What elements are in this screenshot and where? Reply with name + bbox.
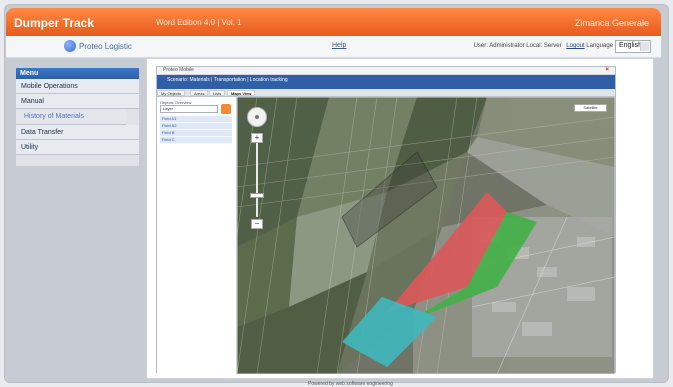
inner-blue-bar: Scenario: Materials | Transportation | L… bbox=[157, 75, 615, 89]
language-label: Language bbox=[586, 43, 613, 49]
embedded-app-window: Proteo Mobile × Scenario: Materials | Tr… bbox=[156, 66, 616, 374]
zoom-slider-thumb[interactable] bbox=[250, 193, 264, 198]
map-zoom-controls: + − bbox=[247, 107, 267, 233]
tab-lists[interactable]: Lists bbox=[209, 90, 226, 96]
sidebar-item-manual[interactable]: Manual bbox=[16, 94, 139, 109]
logout-link[interactable]: Logout bbox=[566, 43, 584, 49]
map-view[interactable]: + − Satellite bbox=[237, 97, 615, 374]
top-bar: Dumper Track Word Edition 4.0 | Vol. 1 Z… bbox=[6, 8, 661, 36]
inner-window-titlebar: Proteo Mobile × bbox=[157, 67, 615, 75]
sidebar-item-utility[interactable]: Utility bbox=[16, 140, 139, 155]
app-title: Dumper Track bbox=[14, 16, 95, 30]
version-label: Word Edition 4.0 | Vol. 1 bbox=[156, 18, 242, 27]
sidebar-item-history-of-materials[interactable]: History of Materials bbox=[16, 109, 126, 125]
refresh-button[interactable] bbox=[221, 104, 231, 114]
tab-my-objects[interactable]: My Objects bbox=[157, 90, 186, 96]
sidebar-item-label: Data Transfer bbox=[21, 129, 64, 136]
sidebar-item-label: Utility bbox=[21, 144, 39, 151]
objects-panel: Objects Overview Layer Field A1 Field A2… bbox=[157, 97, 237, 374]
footer-text: Powered by web software engineering bbox=[308, 381, 393, 387]
zoom-in-button[interactable]: + bbox=[251, 133, 263, 143]
sub-header: Proteo Logistic Help User: Administrator… bbox=[6, 36, 661, 58]
map-type-button[interactable]: Satellite bbox=[574, 104, 607, 112]
logo-text: Proteo Logistic bbox=[79, 42, 132, 51]
list-item[interactable]: Field B bbox=[160, 130, 232, 137]
inner-window-title: Proteo Mobile bbox=[163, 67, 194, 73]
sidebar-item-mobile-operations[interactable]: Mobile Operations bbox=[16, 79, 139, 94]
pan-control-icon[interactable] bbox=[247, 107, 267, 127]
list-item[interactable]: Field A2 bbox=[160, 123, 232, 130]
objects-list: Field A1 Field A2 Field B Field C bbox=[160, 116, 232, 144]
layer-select[interactable]: Layer bbox=[160, 105, 218, 113]
list-item[interactable]: Field C bbox=[160, 137, 232, 144]
close-icon[interactable]: × bbox=[605, 67, 609, 73]
sidebar-item-label: Mobile Operations bbox=[21, 83, 78, 90]
satellite-map bbox=[237, 97, 615, 374]
sidebar: Menu Mobile Operations Manual History of… bbox=[16, 68, 139, 166]
tab-maps-view[interactable]: Maps View bbox=[227, 90, 256, 96]
client-name: Zimanca Generale bbox=[574, 18, 649, 28]
user-info-text: User: Administrator Local: Server bbox=[473, 43, 562, 49]
tab-areas[interactable]: Areas bbox=[190, 90, 209, 96]
language-value: English bbox=[619, 42, 642, 49]
sidebar-item-data-transfer[interactable]: Data Transfer bbox=[16, 125, 139, 140]
sidebar-item-label: History of Materials bbox=[24, 113, 84, 120]
zoom-out-button[interactable]: − bbox=[251, 219, 263, 229]
sidebar-item-label: Manual bbox=[21, 98, 44, 105]
logo-mark-icon bbox=[64, 40, 76, 52]
logo: Proteo Logistic bbox=[64, 40, 144, 54]
language-select[interactable]: English bbox=[615, 40, 651, 53]
zoom-track bbox=[256, 135, 258, 217]
user-info: User: Administrator Local: Server Logout… bbox=[474, 43, 613, 49]
list-item[interactable]: Field A1 bbox=[160, 116, 232, 123]
help-link[interactable]: Help bbox=[332, 42, 346, 49]
menu-title: Menu bbox=[16, 68, 139, 79]
inner-tabs: My Objects Areas Lists Maps View bbox=[157, 89, 615, 97]
chevron-down-icon bbox=[640, 42, 649, 51]
